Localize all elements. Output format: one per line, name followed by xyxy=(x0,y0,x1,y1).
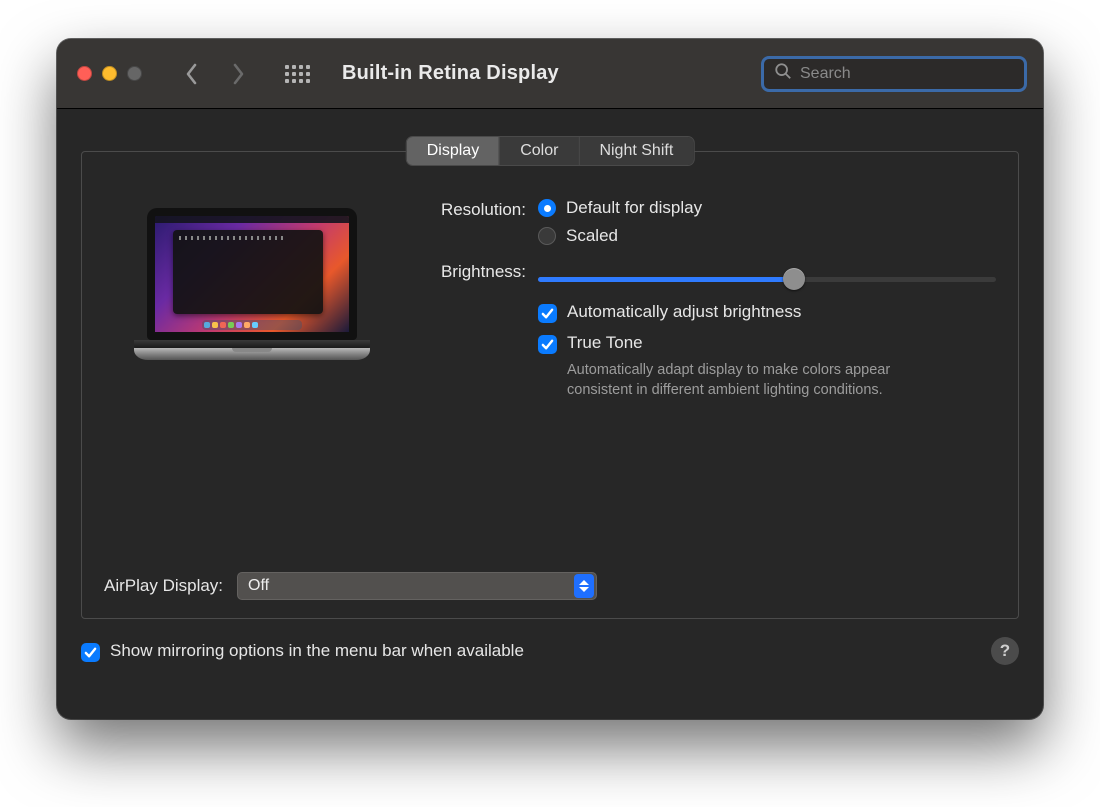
zoom-button[interactable] xyxy=(127,66,142,81)
show-all-icon[interactable] xyxy=(284,61,310,87)
forward-button[interactable] xyxy=(224,60,252,88)
search-input[interactable] xyxy=(800,65,1014,83)
display-preview xyxy=(104,198,400,407)
airplay-label: AirPlay Display: xyxy=(104,576,223,596)
titlebar: Built-in Retina Display xyxy=(57,39,1043,109)
preferences-window: Built-in Retina Display Display Color Ni… xyxy=(57,39,1043,719)
airplay-row: AirPlay Display: Off xyxy=(104,572,996,600)
radio-checked-icon xyxy=(538,199,556,217)
tab-color[interactable]: Color xyxy=(499,137,578,165)
auto-brightness-label: Automatically adjust brightness xyxy=(567,302,801,322)
back-button[interactable] xyxy=(178,60,206,88)
airplay-select[interactable]: Off xyxy=(237,572,597,600)
radio-unchecked-icon xyxy=(538,227,556,245)
help-button[interactable]: ? xyxy=(991,637,1019,665)
close-button[interactable] xyxy=(77,66,92,81)
tab-night-shift[interactable]: Night Shift xyxy=(578,137,693,165)
window-title: Built-in Retina Display xyxy=(342,62,559,85)
minimize-button[interactable] xyxy=(102,66,117,81)
settings-panel: Display Color Night Shift xyxy=(81,151,1019,619)
true-tone-checkbox[interactable]: True Tone xyxy=(538,333,996,354)
checkbox-checked-icon xyxy=(81,643,100,662)
brightness-slider[interactable] xyxy=(538,266,996,292)
airplay-value: Off xyxy=(248,577,269,595)
resolution-default-radio[interactable]: Default for display xyxy=(538,198,996,218)
resolution-scaled-radio[interactable]: Scaled xyxy=(538,226,996,246)
auto-brightness-checkbox[interactable]: Automatically adjust brightness xyxy=(538,302,996,323)
mirroring-checkbox[interactable]: Show mirroring options in the menu bar w… xyxy=(81,641,524,662)
tab-bar: Display Color Night Shift xyxy=(406,136,695,166)
window-controls xyxy=(77,66,142,81)
resolution-scaled-label: Scaled xyxy=(566,226,618,246)
checkbox-checked-icon xyxy=(538,304,557,323)
footer-row: Show mirroring options in the menu bar w… xyxy=(81,637,1019,665)
resolution-label: Resolution: xyxy=(410,198,538,254)
brightness-label: Brightness: xyxy=(410,260,538,401)
resolution-default-label: Default for display xyxy=(566,198,702,218)
chevron-up-down-icon xyxy=(574,574,594,598)
nav-buttons xyxy=(178,60,252,88)
search-icon xyxy=(774,62,792,85)
question-icon: ? xyxy=(1000,641,1010,661)
checkbox-checked-icon xyxy=(538,335,557,354)
mirroring-label: Show mirroring options in the menu bar w… xyxy=(110,641,524,661)
search-field[interactable] xyxy=(761,56,1027,92)
true-tone-label: True Tone xyxy=(567,333,643,353)
tab-display[interactable]: Display xyxy=(407,137,499,165)
macbook-icon xyxy=(134,208,370,407)
true-tone-description: Automatically adapt display to make colo… xyxy=(567,360,947,401)
